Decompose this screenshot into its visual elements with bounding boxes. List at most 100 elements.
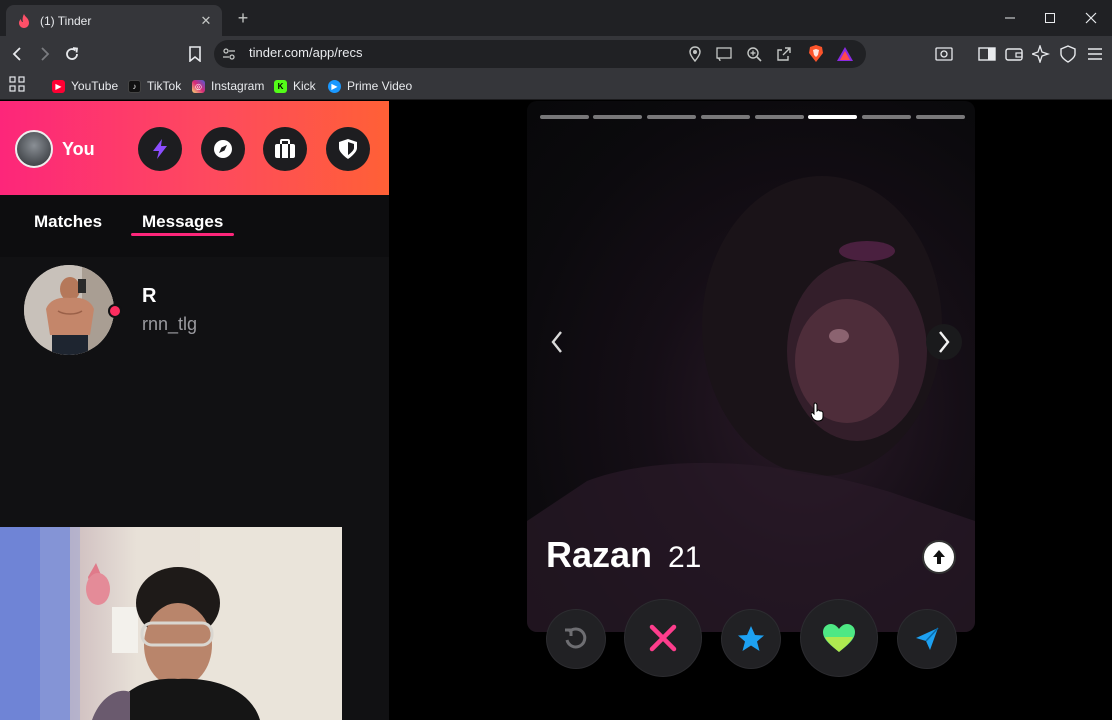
photo-progress-segment <box>593 115 642 119</box>
site-settings-icon[interactable] <box>222 47 236 61</box>
back-arrow-icon <box>12 47 21 61</box>
safety-toolkit-button[interactable] <box>326 127 370 171</box>
instagram-icon: ◎ <box>192 79 205 93</box>
tinder-flame-icon <box>19 13 29 28</box>
tab-title: (1) Tinder <box>40 13 92 28</box>
youtube-icon: ▶ <box>52 79 65 93</box>
work-mode-button[interactable] <box>263 127 307 171</box>
vpn-shield-icon <box>1060 45 1076 63</box>
match-avatar[interactable] <box>24 265 114 355</box>
close-icon <box>1085 12 1097 24</box>
close-window-button[interactable] <box>1070 0 1112 36</box>
reload-icon <box>66 47 79 60</box>
bookmark-label: Prime Video <box>347 79 413 93</box>
kick-icon: K <box>274 79 287 93</box>
photo-progress-segment <box>755 115 804 119</box>
active-tab-indicator <box>131 233 234 236</box>
close-tab-icon[interactable]: ✕ <box>198 13 214 29</box>
boost-button[interactable] <box>138 127 182 171</box>
wallet-icon <box>1005 48 1023 61</box>
screenshot-button[interactable] <box>932 42 956 66</box>
sparkle-icon <box>1032 45 1050 63</box>
user-label[interactable]: You <box>62 139 95 160</box>
match-name: R <box>142 285 157 307</box>
cast-icon[interactable] <box>716 47 732 61</box>
chevron-right-icon <box>939 331 950 353</box>
photo-progress-segment-active <box>808 115 857 119</box>
bookmark-page-button[interactable] <box>183 42 207 66</box>
browser-tab[interactable]: (1) Tinder ✕ <box>6 5 222 36</box>
bookmark-instagram[interactable]: ◎ Instagram <box>192 76 264 96</box>
reload-button[interactable] <box>60 42 84 66</box>
bookmark-kick[interactable]: K Kick <box>274 76 316 96</box>
new-tab-button[interactable]: + <box>232 7 254 29</box>
rewind-icon <box>565 627 587 649</box>
tiktok-icon: ♪ <box>128 79 141 93</box>
leo-ai-button[interactable] <box>1029 42 1053 66</box>
open-profile-button[interactable] <box>922 540 956 574</box>
bookmark-prime-video[interactable]: ▶ Prime Video <box>328 76 412 96</box>
browser-tab-strip: (1) Tinder ✕ + <box>0 0 1112 36</box>
profile-name: Razan <box>546 534 653 575</box>
apps-button[interactable] <box>5 72 29 96</box>
chevron-left-icon <box>551 331 562 353</box>
webcam-overlay <box>0 527 342 720</box>
sidebar-toggle-button[interactable] <box>975 42 999 66</box>
bookmark-label: TikTok <box>147 79 182 93</box>
bookmark-label: Kick <box>293 79 316 93</box>
forward-arrow-icon <box>41 47 50 61</box>
forward-button[interactable] <box>32 42 56 66</box>
bookmark-tiktok[interactable]: ♪ TikTok <box>128 76 181 96</box>
vpn-button[interactable] <box>1056 42 1080 66</box>
minimize-icon <box>1005 17 1015 19</box>
send-message-button[interactable] <box>898 610 956 668</box>
maximize-icon <box>1045 13 1055 23</box>
message-preview: rnn_tlg <box>142 314 198 334</box>
shield-icon <box>339 139 357 159</box>
nope-button[interactable] <box>625 600 701 676</box>
webcam-feed <box>0 527 342 720</box>
photo-progress-segment <box>540 115 589 119</box>
bookmark-label: Instagram <box>211 79 265 93</box>
photo-progress-segment <box>647 115 696 119</box>
prime-video-icon: ▶ <box>328 79 341 93</box>
hamburger-menu-icon <box>1088 48 1102 60</box>
back-button[interactable] <box>6 42 30 66</box>
bookmark-youtube[interactable]: ▶ YouTube <box>52 76 118 96</box>
arrow-up-icon <box>933 550 945 564</box>
brave-shields-icon[interactable] <box>806 44 826 64</box>
sidebar-icon <box>978 47 996 61</box>
bookmark-label: YouTube <box>71 79 119 93</box>
location-icon[interactable] <box>688 46 702 62</box>
x-icon <box>649 624 677 652</box>
minimize-button[interactable] <box>989 0 1031 36</box>
briefcase-icon <box>275 139 295 158</box>
compass-icon <box>214 140 232 158</box>
explore-button[interactable] <box>201 127 245 171</box>
wallet-button[interactable] <box>1002 42 1026 66</box>
user-avatar[interactable] <box>15 130 53 168</box>
zoom-icon[interactable] <box>746 46 762 62</box>
photo-progress-segment <box>701 115 750 119</box>
heart-icon <box>823 624 855 652</box>
brave-rewards-icon[interactable] <box>836 45 854 63</box>
maximize-button[interactable] <box>1029 0 1071 36</box>
match-photo <box>24 265 114 355</box>
profile-age: 21 <box>668 541 702 574</box>
like-button[interactable] <box>801 600 877 676</box>
rewind-button[interactable] <box>547 610 605 668</box>
browser-menu-button[interactable] <box>1083 42 1107 66</box>
url-text[interactable]: tinder.com/app/recs <box>249 45 362 60</box>
share-icon[interactable] <box>776 46 792 62</box>
hand-cursor-icon <box>811 402 824 422</box>
tab-messages[interactable]: Messages <box>142 212 223 232</box>
tab-matches[interactable]: Matches <box>34 212 102 232</box>
star-icon <box>738 626 764 651</box>
previous-photo-button[interactable] <box>539 324 575 360</box>
next-photo-button[interactable] <box>926 324 962 360</box>
super-like-button[interactable] <box>722 610 780 668</box>
bookmark-icon <box>189 46 201 62</box>
photo-progress-segment <box>862 115 911 119</box>
screenshot-icon <box>935 47 953 61</box>
online-status-dot <box>108 304 122 318</box>
